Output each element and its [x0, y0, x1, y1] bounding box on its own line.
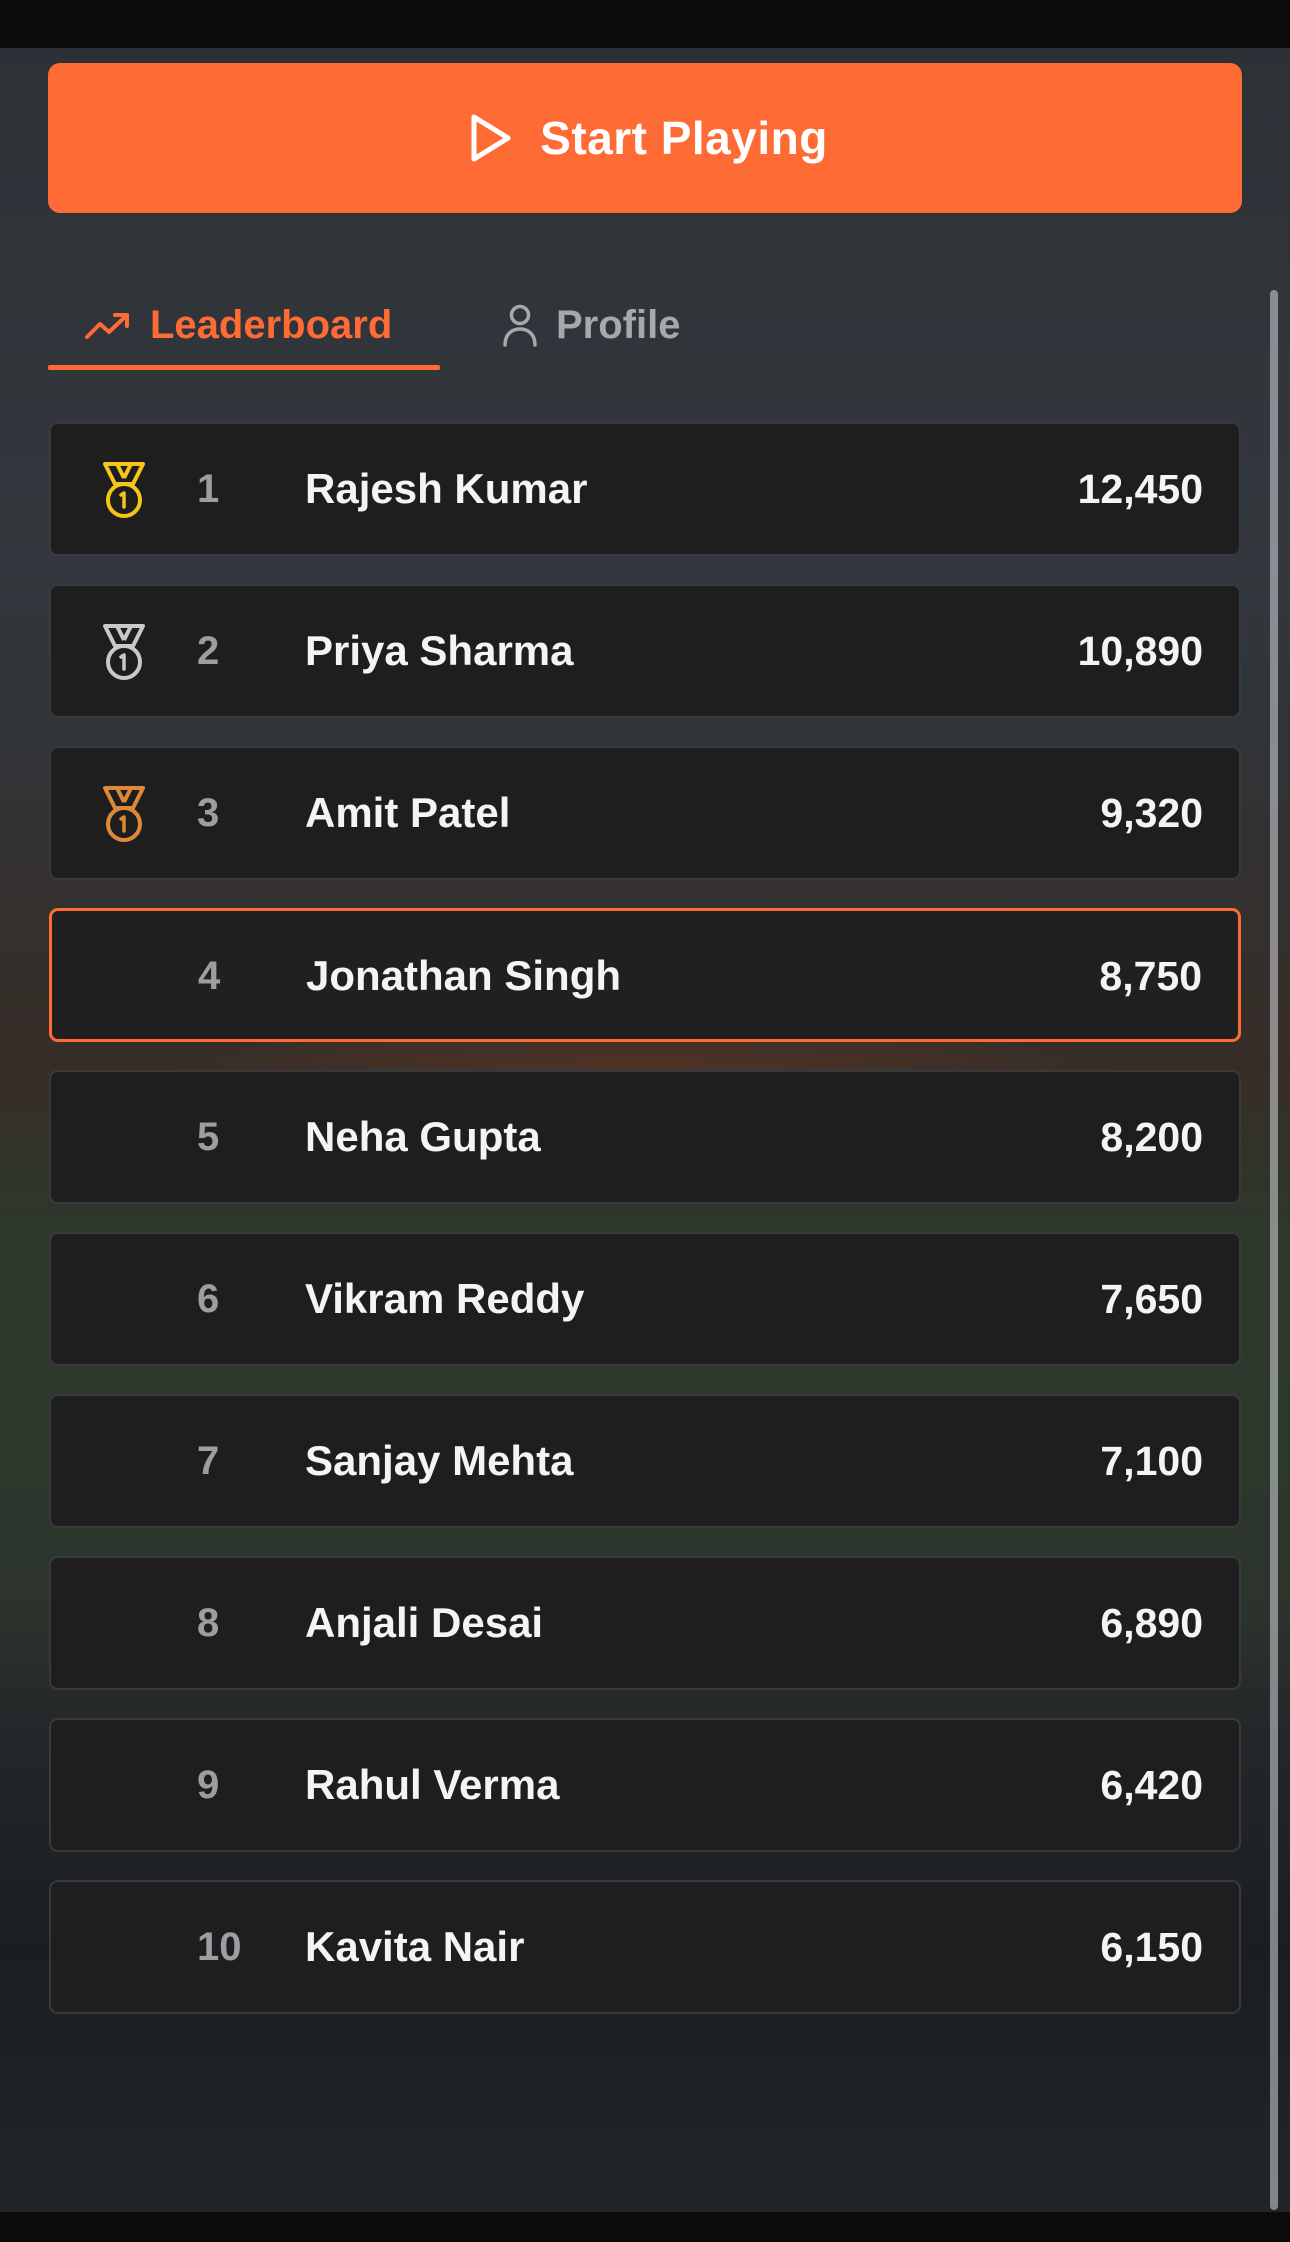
rank-number: 8 — [197, 1601, 220, 1645]
rank-number: 2 — [197, 629, 220, 673]
player-name: Kavita Nair — [305, 1923, 525, 1970]
leaderboard-screen: Start Playing Leaderboard Profile 1 Raje… — [0, 0, 1290, 2242]
leaderboard-row[interactable]: 10 Kavita Nair 6,150 — [49, 1880, 1241, 2014]
player-name: Anjali Desai — [305, 1599, 544, 1646]
rank-number: 3 — [197, 791, 220, 835]
rank-number: 6 — [197, 1277, 220, 1321]
player-name: Amit Patel — [305, 789, 511, 836]
tab-bar: Leaderboard Profile — [48, 280, 716, 370]
player-score: 8,750 — [1099, 953, 1202, 999]
silver-medal-icon — [95, 622, 153, 684]
trending-up-icon — [84, 309, 132, 341]
player-score: 9,320 — [1100, 790, 1203, 836]
bottom-bar — [0, 2212, 1290, 2242]
gold-medal-icon — [95, 460, 153, 522]
leaderboard-row[interactable]: 3 Amit Patel 9,320 — [49, 746, 1241, 880]
player-score: 8,200 — [1100, 1114, 1203, 1160]
leaderboard-row[interactable]: 2 Priya Sharma 10,890 — [49, 584, 1241, 718]
start-playing-button[interactable]: Start Playing — [48, 63, 1242, 213]
leaderboard-row[interactable]: 5 Neha Gupta 8,200 — [49, 1070, 1241, 1204]
scrollbar[interactable] — [1270, 290, 1278, 2210]
top-bar — [0, 0, 1290, 48]
leaderboard-row[interactable]: 1 Rajesh Kumar 12,450 — [49, 422, 1241, 556]
player-name: Vikram Reddy — [305, 1275, 585, 1322]
player-name: Rajesh Kumar — [305, 465, 588, 512]
player-score: 6,420 — [1100, 1762, 1203, 1808]
user-icon — [502, 303, 538, 347]
leaderboard-row[interactable]: 7 Sanjay Mehta 7,100 — [49, 1394, 1241, 1528]
start-playing-label: Start Playing — [540, 112, 828, 164]
leaderboard-row[interactable]: 8 Anjali Desai 6,890 — [49, 1556, 1241, 1690]
player-score: 6,890 — [1100, 1600, 1203, 1646]
rank-number: 9 — [197, 1763, 220, 1807]
rank-number: 4 — [198, 954, 221, 998]
leaderboard-row-current-user[interactable]: 4 Jonathan Singh 8,750 — [49, 908, 1241, 1042]
player-score: 7,100 — [1100, 1438, 1203, 1484]
rank-number: 10 — [197, 1925, 242, 1969]
tab-profile[interactable]: Profile — [440, 280, 716, 370]
rank-number: 5 — [197, 1115, 220, 1159]
player-score: 12,450 — [1077, 466, 1203, 512]
player-name: Rahul Verma — [305, 1761, 560, 1808]
tab-leaderboard[interactable]: Leaderboard — [48, 280, 440, 370]
leaderboard-list: 1 Rajesh Kumar 12,450 2 Priya Sharma 10,… — [49, 422, 1241, 2042]
play-icon — [462, 111, 516, 165]
player-score: 6,150 — [1100, 1924, 1203, 1970]
player-name: Priya Sharma — [305, 627, 574, 674]
leaderboard-row[interactable]: 9 Rahul Verma 6,420 — [49, 1718, 1241, 1852]
bronze-medal-icon — [95, 784, 153, 846]
player-name: Sanjay Mehta — [305, 1437, 574, 1484]
rank-number: 7 — [197, 1439, 220, 1483]
player-name: Jonathan Singh — [306, 952, 621, 999]
leaderboard-row[interactable]: 6 Vikram Reddy 7,650 — [49, 1232, 1241, 1366]
player-name: Neha Gupta — [305, 1113, 541, 1160]
player-score: 7,650 — [1100, 1276, 1203, 1322]
tab-leaderboard-label: Leaderboard — [150, 302, 393, 347]
tab-profile-label: Profile — [556, 302, 681, 347]
rank-number: 1 — [197, 467, 220, 511]
player-score: 10,890 — [1077, 628, 1203, 674]
